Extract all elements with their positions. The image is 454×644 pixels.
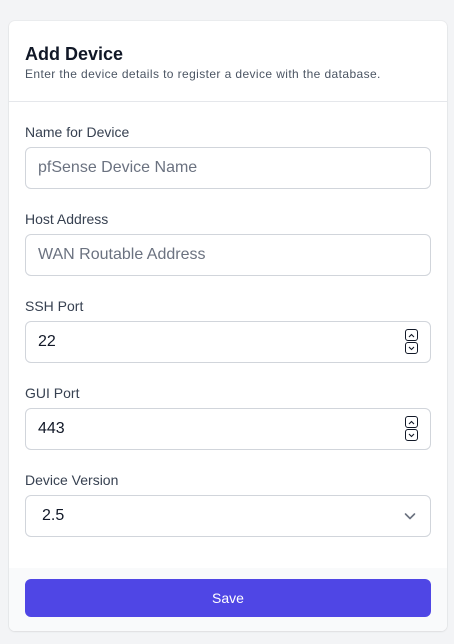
device-version-selected: 2.5	[42, 507, 65, 524]
gui-port-increment-button[interactable]	[405, 416, 418, 428]
gui-port-input[interactable]	[25, 408, 431, 450]
chevron-down-icon	[408, 433, 415, 437]
device-form: Name for Device Host Address SSH Port	[9, 102, 447, 537]
device-name-label: Name for Device	[25, 124, 130, 140]
device-version-field: Device Version 2.5	[25, 470, 431, 537]
host-address-label: Host Address	[25, 211, 109, 227]
card-header: Add Device Enter the device details to r…	[9, 21, 447, 102]
ssh-port-label: SSH Port	[25, 298, 84, 314]
page-subtitle: Enter the device details to register a d…	[25, 67, 381, 81]
host-address-input[interactable]	[25, 234, 431, 276]
gui-port-field: GUI Port	[25, 383, 431, 450]
host-address-field: Host Address	[25, 209, 431, 276]
gui-port-label: GUI Port	[25, 385, 80, 401]
device-version-select[interactable]: 2.5	[25, 495, 431, 537]
device-version-label: Device Version	[25, 472, 119, 488]
chevron-up-icon	[408, 420, 415, 424]
save-button[interactable]: Save	[25, 579, 431, 617]
add-device-card: Add Device Enter the device details to r…	[9, 21, 447, 631]
ssh-port-stepper	[405, 329, 418, 355]
gui-port-decrement-button[interactable]	[405, 429, 418, 441]
page-title: Add Device	[25, 44, 124, 64]
ssh-port-wrapper	[25, 321, 431, 363]
card-footer: Save	[9, 568, 447, 631]
ssh-port-decrement-button[interactable]	[405, 342, 418, 354]
device-name-field: Name for Device	[25, 122, 431, 189]
chevron-up-icon	[408, 333, 415, 337]
ssh-port-field: SSH Port	[25, 296, 431, 363]
device-name-input[interactable]	[25, 147, 431, 189]
ssh-port-input[interactable]	[25, 321, 431, 363]
chevron-down-icon	[404, 513, 416, 520]
gui-port-wrapper	[25, 408, 431, 450]
gui-port-stepper	[405, 416, 418, 442]
ssh-port-increment-button[interactable]	[405, 329, 418, 341]
chevron-down-icon	[408, 346, 415, 350]
